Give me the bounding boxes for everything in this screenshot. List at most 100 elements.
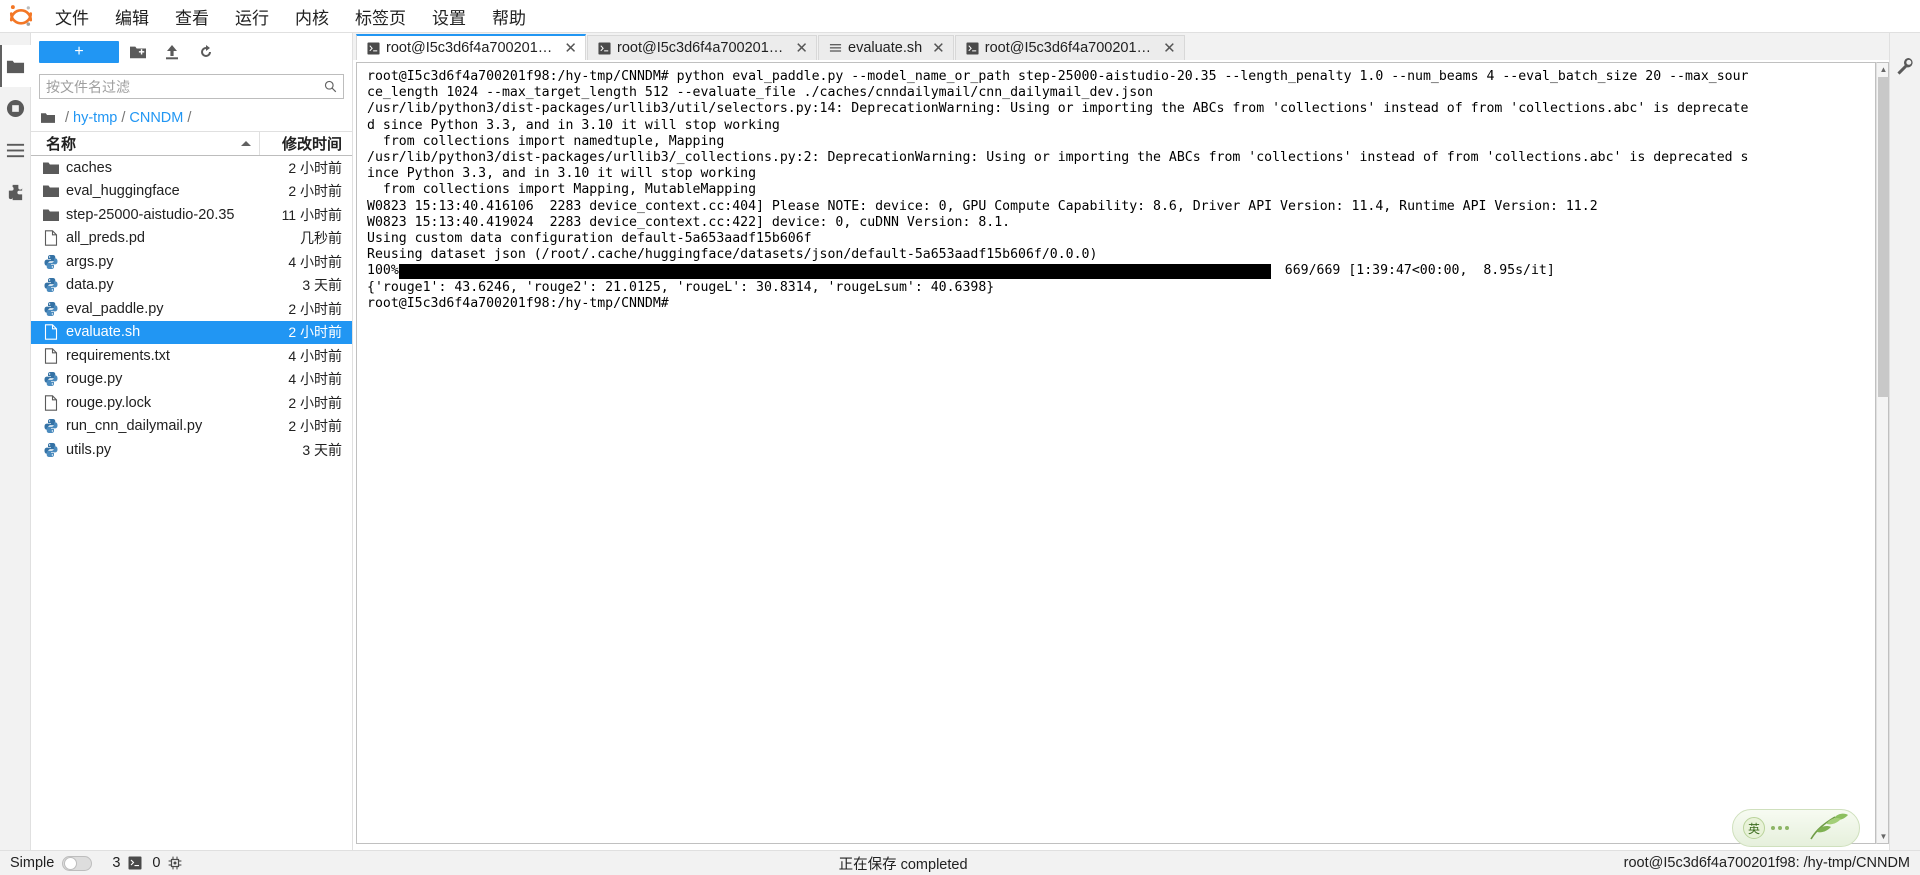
ime-dots-icon xyxy=(1771,826,1789,830)
file-list-item[interactable]: data.py 3 天前 xyxy=(31,274,352,298)
terminal-progress-bar: 100% 669/669 [1:39:47<00:00, 8.95s/it] xyxy=(367,263,1869,280)
simple-mode-toggle[interactable] xyxy=(62,855,93,871)
file-name: caches xyxy=(66,159,112,176)
sidebar-item-running-terminals[interactable] xyxy=(0,87,31,129)
file-list-item[interactable]: evaluate.sh 2 小时前 xyxy=(31,320,352,344)
file-name: all_preds.pd xyxy=(66,230,145,247)
ime-mode-label[interactable]: 英 xyxy=(1743,817,1765,839)
file-list-item[interactable]: all_preds.pd 几秒前 xyxy=(31,227,352,251)
sidebar-item-commands[interactable] xyxy=(0,129,31,171)
workspace: + 按文件名过滤 / hy-tmp / CNNDM / 名称 修改时间 cach… xyxy=(0,33,1920,850)
new-launcher-button[interactable]: + xyxy=(39,41,119,63)
sidebar-item-file-browser[interactable] xyxy=(0,45,31,87)
terminal-line: from collections import namedtuple, Mapp… xyxy=(367,133,725,149)
python-icon xyxy=(43,371,59,387)
column-header-modified-label: 修改时间 xyxy=(281,136,342,153)
document-tab[interactable]: evaluate.sh ✕ xyxy=(818,35,954,60)
terminal-line: root@I5c3d6f4a700201f98:/hy-tmp/CNNDM# p… xyxy=(367,69,1749,84)
file-filter-box[interactable] xyxy=(39,74,344,99)
file-modified: 2 小时前 xyxy=(288,418,342,435)
file-modified: 4 小时前 xyxy=(288,347,342,364)
terminal-icon[interactable] xyxy=(128,856,142,870)
close-icon[interactable]: ✕ xyxy=(1163,41,1176,56)
left-activity-bar xyxy=(0,33,31,850)
sidebar-item-property-inspector[interactable] xyxy=(1890,45,1920,87)
sidebar-item-extension-manager[interactable] xyxy=(0,171,31,213)
file-list-item[interactable]: caches 2 小时前 xyxy=(31,156,352,180)
menu-bar: 文件 编辑 查看 运行 内核 标签页 设置 帮助 xyxy=(0,0,1920,33)
upload-button[interactable] xyxy=(157,39,187,65)
folder-icon xyxy=(43,160,59,176)
close-icon[interactable]: ✕ xyxy=(795,41,808,56)
right-activity-bar xyxy=(1889,33,1920,850)
list-icon xyxy=(6,141,25,160)
file-name: utils.py xyxy=(66,441,112,458)
breadcrumb-segment-hy-tmp[interactable]: hy-tmp xyxy=(73,110,117,126)
terminal-count: 0 xyxy=(152,855,161,871)
file-list-item[interactable]: args.py 4 小时前 xyxy=(31,250,352,274)
close-icon[interactable]: ✕ xyxy=(564,41,577,56)
file-modified: 2 小时前 xyxy=(288,183,342,200)
document-tab-bar[interactable]: root@I5c3d6f4a700201f98 ✕ root@I5c3d6f4a70… xyxy=(353,33,1889,60)
menu-item-kernel[interactable]: 内核 xyxy=(282,1,342,32)
file-list-item[interactable]: eval_paddle.py 2 小时前 xyxy=(31,297,352,321)
file-list-item[interactable]: eval_huggingface 2 小时前 xyxy=(31,180,352,204)
terminal-scrollbar[interactable]: ▲ ▼ xyxy=(1876,62,1889,844)
file-list-item[interactable]: utils.py 3 天前 xyxy=(31,438,352,462)
upload-icon xyxy=(164,44,180,60)
status-left-group: Simple 3 0 xyxy=(10,855,182,871)
refresh-button[interactable] xyxy=(191,39,221,65)
document-tab[interactable]: root@I5c3d6f4a700201f98 ✕ xyxy=(356,34,586,60)
menu-item-list: 文件 编辑 查看 运行 内核 标签页 设置 帮助 xyxy=(42,1,539,32)
document-tab[interactable]: root@I5c3d6f4a700201f98 ✕ xyxy=(954,35,1185,60)
main-dock-area: root@I5c3d6f4a700201f98 ✕ root@I5c3d6f4a70… xyxy=(353,33,1889,850)
file-browser-toolbar: + xyxy=(31,33,352,71)
file-list[interactable]: caches 2 小时前 eval_huggingface 2 小时前 step-250… xyxy=(31,156,352,850)
file-modified: 4 小时前 xyxy=(288,371,342,388)
ime-widget[interactable]: 英 xyxy=(1732,809,1860,847)
file-icon xyxy=(43,230,59,246)
search-icon xyxy=(324,80,337,93)
document-tab-label: root@I5c3d6f4a700201f98 xyxy=(617,40,786,56)
column-header-name-label: 名称 xyxy=(46,136,77,153)
new-folder-button[interactable] xyxy=(123,39,153,65)
kernel-icon[interactable] xyxy=(168,856,182,870)
scroll-up-icon[interactable]: ▲ xyxy=(1877,63,1890,76)
scrollbar-thumb[interactable] xyxy=(1878,77,1889,397)
file-list-item[interactable]: requirements.txt 4 小时前 xyxy=(31,344,352,368)
sort-ascending-icon xyxy=(241,141,251,146)
terminal-icon xyxy=(598,41,611,55)
file-filter-input[interactable] xyxy=(46,78,324,95)
terminal-line: Using custom data configuration default-… xyxy=(367,231,812,247)
scroll-down-icon[interactable]: ▼ xyxy=(1877,830,1890,843)
menu-item-run[interactable]: 运行 xyxy=(222,1,282,32)
terminal-line: /usr/lib/python3/dist-packages/urllib3/_… xyxy=(367,150,1749,166)
column-header-modified[interactable]: 修改时间 xyxy=(260,132,352,155)
menu-item-view[interactable]: 查看 xyxy=(162,1,222,32)
menu-item-settings[interactable]: 设置 xyxy=(419,1,479,32)
file-list-item[interactable]: rouge.py.lock 2 小时前 xyxy=(31,391,352,415)
menu-item-tabs[interactable]: 标签页 xyxy=(342,1,419,32)
file-list-item[interactable]: rouge.py 4 小时前 xyxy=(31,368,352,392)
wrench-icon xyxy=(1896,57,1915,76)
menu-item-file[interactable]: 文件 xyxy=(42,1,102,32)
terminal-panel[interactable]: root@I5c3d6f4a700201f98:/hy-tmp/CNNDM# p… xyxy=(356,62,1876,844)
breadcrumb-segment-cnndm[interactable]: CNNDM xyxy=(129,110,183,126)
column-header-name[interactable]: 名称 xyxy=(31,132,260,155)
file-modified: 3 天前 xyxy=(302,441,342,458)
toggle-knob xyxy=(64,857,78,870)
file-list-item[interactable]: run_cnn_dailymail.py 2 小时前 xyxy=(31,415,352,439)
terminal-container: root@I5c3d6f4a700201f98:/hy-tmp/CNNDM# p… xyxy=(353,60,1889,850)
file-modified: 2 小时前 xyxy=(288,394,342,411)
python-icon xyxy=(43,301,59,317)
close-icon[interactable]: ✕ xyxy=(932,41,945,56)
breadcrumb: / hy-tmp / CNNDM / xyxy=(31,105,352,131)
menu-item-help[interactable]: 帮助 xyxy=(479,1,539,32)
menu-item-edit[interactable]: 编辑 xyxy=(102,1,162,32)
file-list-item[interactable]: step-25000-aistudio-20.35 11 小时前 xyxy=(31,203,352,227)
progress-fill xyxy=(400,264,1271,280)
folder-icon[interactable] xyxy=(41,112,55,124)
document-tab[interactable]: root@I5c3d6f4a700201f98 ✕ xyxy=(587,35,817,60)
file-name: args.py xyxy=(66,253,114,270)
file-icon xyxy=(43,324,59,340)
